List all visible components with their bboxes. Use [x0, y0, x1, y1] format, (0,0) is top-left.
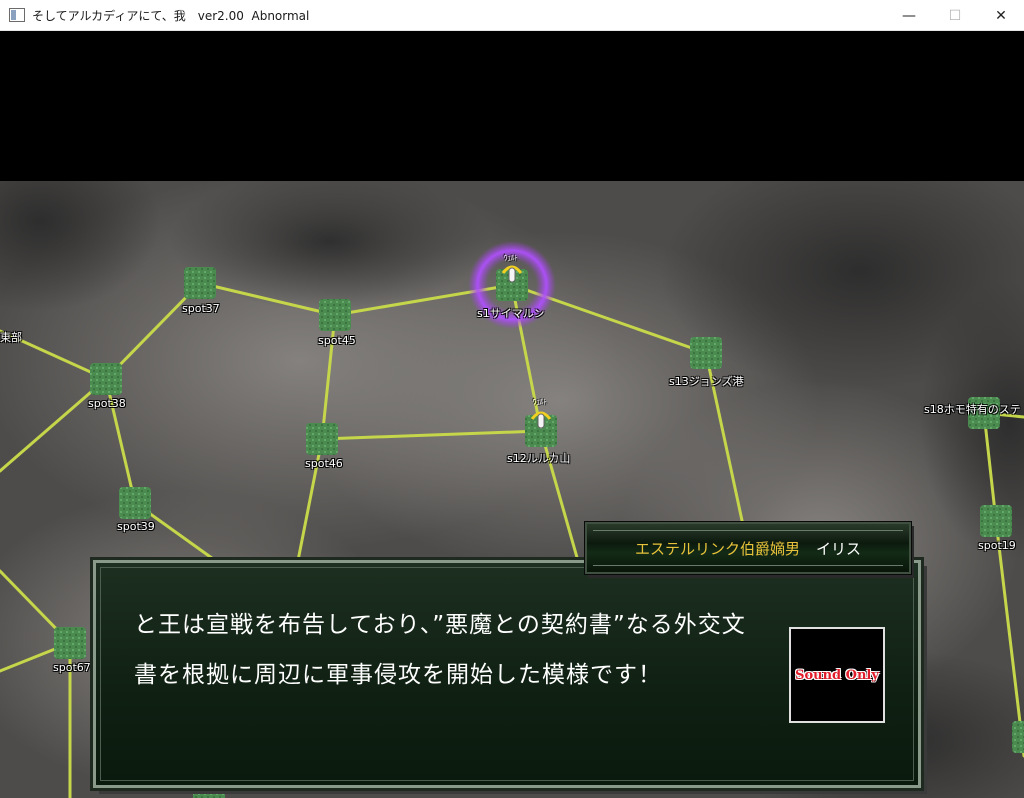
node-label-spot46[interactable]: spot46 — [305, 457, 343, 470]
speaker-portrait: Sound Only — [789, 627, 885, 723]
node-label-s12[interactable]: s12ルルカ山 — [507, 450, 570, 466]
map-node — [90, 363, 122, 395]
node-label-spot45[interactable]: spot45 — [318, 334, 356, 347]
node-label-spot37[interactable]: spot37 — [182, 302, 220, 315]
dialogue-line-2: 書を根拠に周辺に軍事侵攻を開始した模様です！ — [134, 662, 662, 688]
map-node — [319, 299, 351, 331]
speaker-nameplate: エステルリンク伯爵嫡男 イリス — [585, 522, 911, 574]
map-node — [1012, 721, 1024, 753]
speaker-title: エステルリンク伯爵嫡男 — [634, 539, 800, 558]
unit-tag-s1: ｳｪﾙﾄ — [504, 254, 518, 262]
dialogue-box[interactable]: と王は宣戦を布告しており、”悪魔との契約書”なる外交文 書を根拠に周辺に軍事侵攻… — [93, 560, 921, 788]
node-label-spot67[interactable]: spot67 — [53, 661, 91, 674]
window-titlebar[interactable]: そしてアルカディアにて、我 ver2.00 Abnormal — ☐ ✕ — [0, 0, 1024, 31]
node-label-spot38[interactable]: spot38 — [88, 397, 126, 410]
window-title: そしてアルカディアにて、我 ver2.00 Abnormal — [32, 8, 310, 23]
node-label-spot39[interactable]: spot39 — [117, 520, 155, 533]
unit-tag-s12: ｳｪﾙﾄ — [533, 398, 547, 406]
node-label-spot19[interactable]: spot19 — [978, 539, 1016, 552]
map-node — [980, 505, 1012, 537]
close-button[interactable]: ✕ — [978, 0, 1024, 31]
map-node — [690, 337, 722, 369]
window-controls: — ☐ ✕ — [886, 0, 1024, 31]
map-node — [119, 487, 151, 519]
minimize-button[interactable]: — — [886, 0, 932, 31]
map-node — [306, 423, 338, 455]
map-node — [54, 627, 86, 659]
node-label-s13[interactable]: s13ジョンズ港 — [669, 373, 744, 389]
maximize-button[interactable]: ☐ — [932, 0, 978, 31]
speaker-name: イリス — [816, 539, 862, 558]
node-label-s1[interactable]: s1サイマルン — [477, 305, 545, 321]
app-icon — [9, 8, 25, 22]
node-label-s18[interactable]: s18ホモ特有のステ — [924, 401, 1021, 417]
map-node — [193, 787, 225, 798]
map-node — [184, 267, 216, 299]
node-label-east: 東部 — [0, 331, 22, 344]
dialogue-line-1: と王は宣戦を布告しており、”悪魔との契約書”なる外交文 — [134, 612, 746, 638]
sound-only-label: Sound Only — [795, 667, 879, 683]
